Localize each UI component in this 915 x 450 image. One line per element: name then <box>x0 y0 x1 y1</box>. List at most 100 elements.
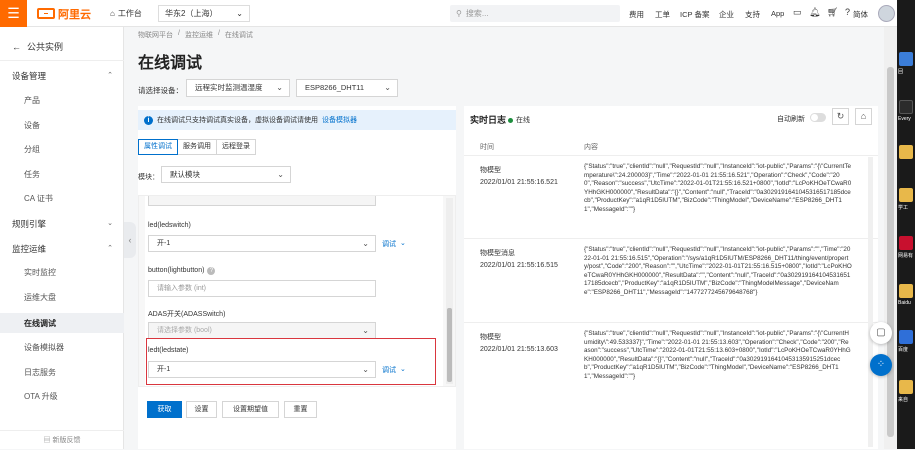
set-desired-button[interactable]: 设置期望值 <box>222 401 279 418</box>
page-scrollbar[interactable] <box>884 27 897 449</box>
debug-label: 调试 <box>382 241 396 248</box>
row-content: {"Status":"true","clientId":"null","Requ… <box>584 163 852 213</box>
desktop-app-icon[interactable] <box>899 100 913 114</box>
reset-button[interactable]: 重置 <box>284 401 317 418</box>
nav-support[interactable]: 支持 <box>745 9 760 20</box>
folder-icon[interactable] <box>899 188 913 202</box>
region-selector[interactable]: 华东2（上海） ⌄ <box>158 5 250 22</box>
cart-icon[interactable]: 🛒︎ <box>827 7 838 18</box>
col-content: 内容 <box>584 144 598 151</box>
device-value: ESP8266_DHT11 <box>305 83 365 92</box>
form-scroll-content: led(ledswitch) 开-1 ⌄ 调试 ⌄ button(lightbu… <box>145 196 443 386</box>
home-icon: ⌂ <box>110 9 115 18</box>
menu-icon[interactable]: ☰ <box>0 0 27 27</box>
apps-icon[interactable]: ⁘ <box>870 354 892 376</box>
chevron-down-icon: ⌄ <box>362 326 369 335</box>
terminal-icon[interactable]: ▭ <box>793 7 802 18</box>
sidebar-item-groups[interactable]: 分组 <box>24 144 40 155</box>
module-label: 模块： <box>138 174 159 181</box>
desktop-app-icon[interactable] <box>899 330 913 344</box>
folder-icon[interactable] <box>899 284 913 298</box>
crumb-current: 在线调试 <box>224 32 253 39</box>
sidebar-item-monitor[interactable]: 实时监控 <box>24 267 56 278</box>
sidebar-item-devices[interactable]: 设备 <box>24 120 40 131</box>
bell-icon[interactable]: 🔔︎ <box>809 7 820 18</box>
collapse-sidebar-handle[interactable]: ‹ <box>124 222 136 258</box>
adas-placeholder: 请选择参数 (bool) <box>157 327 212 334</box>
aliyun-logo[interactable]: 阿里云 <box>37 7 91 21</box>
logo-text: 阿里云 <box>58 8 91 21</box>
debug-label: 调试 <box>382 367 396 374</box>
module-select[interactable]: 默认模块 ⌄ <box>161 166 291 183</box>
log-table-header: 时间 内容 <box>464 134 878 156</box>
get-button[interactable]: 获取 <box>147 401 182 418</box>
sidebar-group-device[interactable]: 设备管理 <box>12 70 46 82</box>
chevron-up-icon: ⌃ <box>107 72 113 79</box>
debug-panel: i 在线调试只支持调试真实设备，虚拟设备调试请使用 设备模拟器 属性调试 服务调… <box>138 106 456 449</box>
nav-icp[interactable]: ICP 备案 <box>680 9 709 20</box>
nav-tickets[interactable]: 工单 <box>655 9 670 20</box>
auto-refresh-toggle[interactable] <box>810 113 826 122</box>
tab-service-call[interactable]: 服务调用 <box>177 139 217 155</box>
chat-icon[interactable]: ▢ <box>870 322 892 344</box>
crumb-ops[interactable]: 监控运维 <box>185 30 213 40</box>
workbench-label: 工作台 <box>117 9 142 18</box>
info-text: 在线调试只支持调试真实设备，虚拟设备调试请使用 <box>157 117 318 124</box>
desktop-label: 回 <box>898 69 904 75</box>
page-scroll-thumb[interactable] <box>887 67 894 437</box>
sidebar-item-simulator[interactable]: 设备模拟器 <box>24 342 64 353</box>
sidebar-item-dashboard[interactable]: 运维大盘 <box>24 292 56 303</box>
tab-remote-login[interactable]: 远程登录 <box>216 139 256 155</box>
ledt-debug-button[interactable]: 调试 ⌄ <box>382 365 406 375</box>
back-link[interactable]: ← 公共实例 <box>12 40 63 53</box>
sidebar-group-ops[interactable]: 监控运维 <box>12 243 46 255</box>
sidebar-item-tasks[interactable]: 任务 <box>24 169 40 180</box>
sidebar-item-logs[interactable]: 日志服务 <box>24 367 56 378</box>
nav-fees[interactable]: 费用 <box>629 9 644 20</box>
form-scrollbar[interactable] <box>446 198 453 384</box>
product-select[interactable]: 远程实时监测温湿度 ⌄ <box>186 79 290 97</box>
crumb-iot[interactable]: 物联网平台 <box>138 30 173 40</box>
button-input[interactable]: 请输入参数 (int) <box>148 280 376 297</box>
field-label-ledt: ledt(ledstate) <box>148 347 189 354</box>
desktop-label: 百度 <box>898 347 909 353</box>
folder-icon[interactable] <box>899 380 913 394</box>
nav-app[interactable]: App <box>771 9 784 18</box>
sidebar-item-products[interactable]: 产品 <box>24 95 40 106</box>
log-scrollbar[interactable] <box>868 157 873 447</box>
device-select[interactable]: ESP8266_DHT11 ⌄ <box>296 79 398 97</box>
led-debug-button[interactable]: 调试 ⌄ <box>382 239 406 249</box>
ledt-value: 开-1 <box>157 366 171 373</box>
truncated-field <box>148 196 376 206</box>
info-banner: i 在线调试只支持调试真实设备，虚拟设备调试请使用 设备模拟器 <box>138 110 456 130</box>
sidebar-group-rules[interactable]: 规则引擎 <box>12 218 46 230</box>
scroll-thumb[interactable] <box>447 308 452 382</box>
feedback-link[interactable]: ▤ 新版反馈 <box>0 430 124 449</box>
sidebar-item-ota[interactable]: OTA 升级 <box>24 391 58 402</box>
sidebar-item-online-debug[interactable]: 在线调试 <box>24 318 56 329</box>
auto-refresh-label: 自动刷新 <box>777 116 805 123</box>
workbench-link[interactable]: ⌂ 工作台 <box>110 8 142 19</box>
chevron-down-icon: ⌄ <box>400 366 406 373</box>
help-icon[interactable]: ? <box>845 7 850 17</box>
search-box[interactable]: ⚲ 搜索... <box>450 5 620 22</box>
desktop-label: Baidu <box>898 300 911 306</box>
row-type: 物模型 <box>480 334 501 341</box>
language-switch[interactable]: 简体 <box>853 9 868 20</box>
clear-icon[interactable]: ⌂ <box>855 108 872 125</box>
desktop-app-icon[interactable] <box>899 236 913 250</box>
desktop-label: 网易有 <box>898 253 914 259</box>
ledt-select[interactable]: 开-1 ⌄ <box>148 361 376 378</box>
set-button[interactable]: 设置 <box>186 401 217 418</box>
nav-enterprise[interactable]: 企业 <box>719 9 734 20</box>
desktop-app-icon[interactable] <box>899 52 913 66</box>
tab-property-debug[interactable]: 属性调试 <box>138 139 178 155</box>
led-select[interactable]: 开-1 ⌄ <box>148 235 376 252</box>
help-icon[interactable]: ? <box>207 267 216 275</box>
online-status: 在线 <box>508 115 530 125</box>
folder-icon[interactable] <box>899 145 913 159</box>
refresh-icon[interactable]: ↻ <box>832 108 849 125</box>
simulator-link[interactable]: 设备模拟器 <box>322 115 357 125</box>
avatar[interactable] <box>878 5 895 22</box>
sidebar-item-ca[interactable]: CA 证书 <box>24 193 53 204</box>
